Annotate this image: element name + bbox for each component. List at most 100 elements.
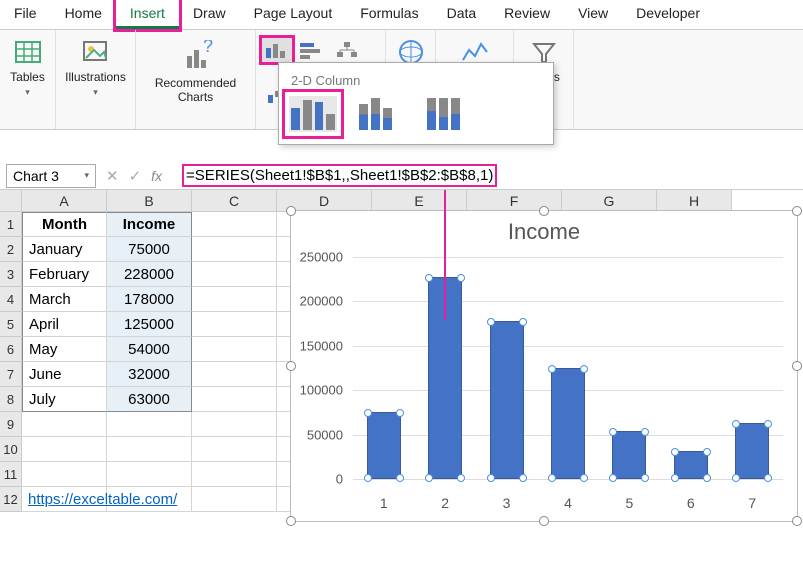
- cell[interactable]: February: [22, 262, 107, 287]
- cell[interactable]: March: [22, 287, 107, 312]
- col-header-g[interactable]: G: [562, 190, 657, 212]
- chart-handle[interactable]: [792, 206, 802, 216]
- chart-bar[interactable]: [367, 412, 401, 479]
- cell[interactable]: [192, 212, 277, 237]
- col-header-c[interactable]: C: [192, 190, 277, 212]
- chart-bar[interactable]: [674, 451, 708, 479]
- enter-icon[interactable]: ✓: [129, 167, 142, 185]
- cell[interactable]: 178000: [107, 287, 192, 312]
- row-header[interactable]: 6: [0, 337, 22, 362]
- chevron-down-icon: ▾: [84, 170, 89, 181]
- cell[interactable]: 32000: [107, 362, 192, 387]
- bar-chart-button[interactable]: [294, 38, 328, 62]
- cell[interactable]: [22, 412, 107, 437]
- cell[interactable]: [22, 437, 107, 462]
- col-header-a[interactable]: A: [22, 190, 107, 212]
- clustered-column-option[interactable]: [289, 96, 337, 132]
- cell[interactable]: [107, 437, 192, 462]
- embedded-chart[interactable]: Income 050000100000150000200000250000 12…: [290, 210, 798, 522]
- tab-developer[interactable]: Developer: [622, 0, 714, 29]
- cell[interactable]: [192, 387, 277, 412]
- chart-handle[interactable]: [792, 516, 802, 526]
- cell[interactable]: Income: [107, 212, 192, 237]
- chart-bar[interactable]: [490, 321, 524, 479]
- cell[interactable]: 75000: [107, 237, 192, 262]
- col-header-e[interactable]: E: [372, 190, 467, 212]
- ribbon-tabs: File Home Insert Draw Page Layout Formul…: [0, 0, 803, 30]
- row-header[interactable]: 8: [0, 387, 22, 412]
- row-header[interactable]: 4: [0, 287, 22, 312]
- tab-formulas[interactable]: Formulas: [346, 0, 432, 29]
- cell[interactable]: [192, 437, 277, 462]
- chart-handle[interactable]: [539, 206, 549, 216]
- fx-icon[interactable]: fx: [151, 168, 162, 184]
- cell[interactable]: [192, 337, 277, 362]
- chart-bar[interactable]: [551, 368, 585, 479]
- cell[interactable]: 63000: [107, 387, 192, 412]
- cell[interactable]: [192, 487, 277, 512]
- 100-stacked-column-option[interactable]: [425, 96, 473, 132]
- cell[interactable]: 54000: [107, 337, 192, 362]
- tab-home[interactable]: Home: [51, 0, 116, 29]
- cell[interactable]: January: [22, 237, 107, 262]
- cell[interactable]: [192, 312, 277, 337]
- chart-bar[interactable]: [735, 423, 769, 479]
- cell[interactable]: July: [22, 387, 107, 412]
- row-header[interactable]: 9: [0, 412, 22, 437]
- chart-title[interactable]: Income: [291, 211, 797, 249]
- row-header[interactable]: 3: [0, 262, 22, 287]
- row-header[interactable]: 12: [0, 487, 22, 512]
- illustrations-button[interactable]: Illustrations ▾: [61, 34, 130, 101]
- recommended-charts-button[interactable]: ? Recommended Charts: [151, 38, 240, 107]
- cell[interactable]: [107, 462, 192, 487]
- chart-bar[interactable]: [612, 431, 646, 479]
- row-header[interactable]: 5: [0, 312, 22, 337]
- cell[interactable]: [192, 362, 277, 387]
- name-box[interactable]: Chart 3 ▾: [6, 164, 96, 188]
- select-all-corner[interactable]: [0, 190, 22, 212]
- tab-file[interactable]: File: [0, 0, 51, 29]
- formula-bar[interactable]: =SERIES(Sheet1!$B$1,,Sheet1!$B$2:$B$8,1): [180, 165, 803, 186]
- chart-handle[interactable]: [792, 361, 802, 371]
- name-box-value: Chart 3: [13, 168, 59, 184]
- cell[interactable]: 228000: [107, 262, 192, 287]
- cell[interactable]: June: [22, 362, 107, 387]
- cell[interactable]: [107, 487, 192, 512]
- chart-handle[interactable]: [539, 516, 549, 526]
- col-header-h[interactable]: H: [657, 190, 732, 212]
- col-header-b[interactable]: B: [107, 190, 192, 212]
- cell[interactable]: [192, 412, 277, 437]
- row-header[interactable]: 2: [0, 237, 22, 262]
- row-header[interactable]: 11: [0, 462, 22, 487]
- cell[interactable]: Month: [22, 212, 107, 237]
- row-header[interactable]: 1: [0, 212, 22, 237]
- tables-button[interactable]: Tables ▾: [6, 34, 49, 101]
- column-chart-button[interactable]: [262, 38, 292, 62]
- tab-review[interactable]: Review: [490, 0, 564, 29]
- tab-view[interactable]: View: [564, 0, 622, 29]
- cancel-icon[interactable]: ✕: [106, 167, 119, 185]
- cell[interactable]: [192, 237, 277, 262]
- chart-handle[interactable]: [286, 361, 296, 371]
- y-tick-label: 50000: [287, 427, 343, 442]
- tab-page-layout[interactable]: Page Layout: [240, 0, 347, 29]
- chart-handle[interactable]: [286, 516, 296, 526]
- cell[interactable]: 125000: [107, 312, 192, 337]
- cell[interactable]: [107, 412, 192, 437]
- row-header[interactable]: 10: [0, 437, 22, 462]
- row-header[interactable]: 7: [0, 362, 22, 387]
- tab-draw[interactable]: Draw: [179, 0, 240, 29]
- hierarchy-chart-button[interactable]: [330, 38, 364, 62]
- table-icon: [12, 36, 44, 68]
- tab-insert[interactable]: Insert: [116, 0, 179, 29]
- cell[interactable]: [192, 462, 277, 487]
- stacked-column-option[interactable]: [357, 96, 405, 132]
- cell[interactable]: May: [22, 337, 107, 362]
- cell[interactable]: [22, 462, 107, 487]
- tab-data[interactable]: Data: [433, 0, 491, 29]
- cell[interactable]: https://exceltable.com/: [22, 487, 107, 512]
- cell[interactable]: April: [22, 312, 107, 337]
- chart-handle[interactable]: [286, 206, 296, 216]
- cell[interactable]: [192, 262, 277, 287]
- cell[interactable]: [192, 287, 277, 312]
